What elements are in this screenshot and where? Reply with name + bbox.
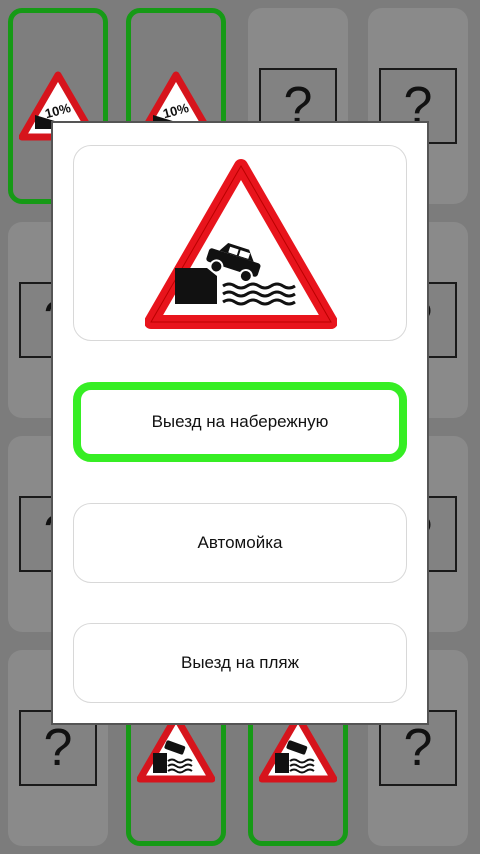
answer-option-3[interactable]: Выезд на пляж bbox=[73, 623, 407, 703]
answer-label: Выезд на пляж bbox=[181, 653, 299, 672]
embankment-exit-sign-icon bbox=[259, 713, 337, 783]
answer-option-1[interactable]: Выезд на набережную bbox=[73, 382, 407, 462]
answer-label: Выезд на набережную bbox=[151, 412, 329, 431]
quiz-dialog: Выезд на набережную Автомойка Выезд на п… bbox=[53, 123, 427, 723]
embankment-exit-sign-icon bbox=[145, 159, 337, 329]
answer-option-2[interactable]: Автомойка bbox=[73, 503, 407, 583]
sign-display bbox=[73, 145, 407, 341]
embankment-exit-sign-icon bbox=[137, 713, 215, 783]
answer-label: Автомойка bbox=[197, 533, 283, 552]
